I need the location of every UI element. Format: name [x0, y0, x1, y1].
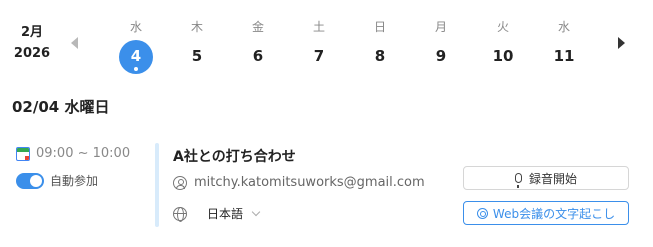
web-meeting-transcribe-button[interactable]: Web会議の文字起こし — [463, 201, 629, 225]
day-cell-10[interactable]: 火 10 — [483, 18, 523, 74]
web-meeting-transcribe-label: Web会議の文字起こし — [492, 206, 616, 221]
event-time-row: 09:00 ~ 10:00 — [16, 146, 130, 161]
chevron-right-icon[interactable] — [618, 37, 625, 49]
day-number: 5 — [191, 47, 203, 65]
organizer-row: mitchy.katomitsuworks@gmail.com — [173, 175, 425, 190]
chevron-left-icon[interactable] — [71, 37, 78, 49]
language-value: 日本語 — [207, 207, 244, 221]
audio-wave-icon — [476, 207, 488, 219]
day-of-week: 土 — [312, 20, 325, 34]
day-number: 6 — [252, 47, 264, 65]
organizer-email: mitchy.katomitsuworks@gmail.com — [194, 175, 425, 190]
day-of-week: 日 — [373, 20, 386, 34]
event-dot — [134, 67, 138, 71]
day-number: 7 — [313, 47, 325, 65]
day-number: 9 — [435, 47, 447, 65]
chevron-down-icon — [251, 207, 261, 216]
user-icon — [173, 175, 187, 190]
selected-date-heading: 02/04 水曜日 — [12, 98, 110, 116]
day-of-week: 火 — [496, 20, 509, 34]
start-recording-label: 録音開始 — [528, 171, 577, 186]
day-of-week: 金 — [251, 20, 264, 34]
day-cell-8[interactable]: 日 8 — [360, 18, 400, 74]
event-title: A社との打ち合わせ — [173, 149, 296, 165]
day-cell-6[interactable]: 金 6 — [238, 18, 278, 74]
day-cell-5[interactable]: 木 5 — [177, 18, 217, 74]
auto-join-row: 自動参加 — [16, 172, 98, 189]
day-number-selected: 4 — [119, 40, 153, 74]
day-number: 8 — [374, 47, 386, 65]
day-cell-4[interactable]: 水 4 — [116, 18, 156, 74]
day-cell-11[interactable]: 水 11 — [544, 18, 584, 74]
event-time: 09:00 ~ 10:00 — [36, 146, 131, 161]
day-number: 11 — [553, 47, 575, 65]
day-of-week: 月 — [434, 20, 447, 34]
language-select[interactable]: 日本語 — [201, 203, 265, 224]
day-cell-7[interactable]: 土 7 — [299, 18, 339, 74]
auto-join-toggle[interactable] — [16, 172, 44, 189]
mic-icon — [514, 173, 522, 188]
start-recording-button[interactable]: 録音開始 — [463, 166, 629, 190]
day-cell-9[interactable]: 月 9 — [421, 18, 461, 74]
auto-join-label: 自動参加 — [50, 174, 99, 188]
day-of-week: 木 — [190, 20, 203, 34]
globe-icon — [173, 206, 187, 222]
language-row: 日本語 — [173, 203, 265, 224]
event-divider-bar — [155, 143, 159, 227]
day-of-week: 水 — [129, 20, 142, 34]
day-of-week: 水 — [557, 20, 570, 34]
month-label: 2月 — [20, 25, 44, 40]
day-number: 10 — [492, 47, 514, 65]
google-calendar-icon — [16, 146, 30, 161]
year-label: 2026 — [13, 46, 51, 61]
month-year-label: 2月 2026 — [8, 22, 56, 64]
